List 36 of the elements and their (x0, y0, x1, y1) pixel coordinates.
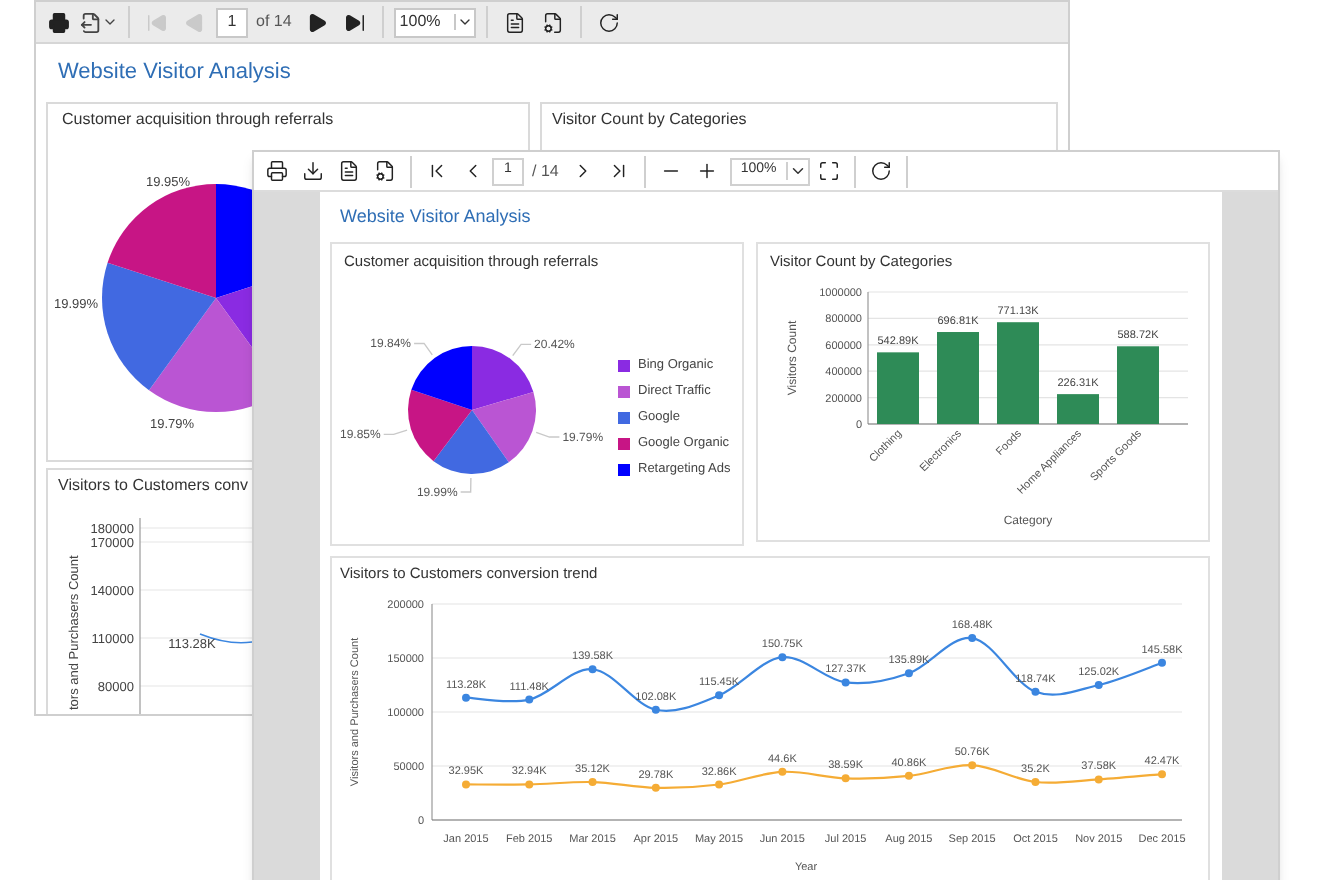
caret-icon (786, 162, 809, 180)
page-layout-icon (541, 11, 564, 33)
report-title: Website Visitor Analysis (56, 58, 293, 88)
page-field[interactable]: 1 (216, 7, 248, 37)
card-title: Visitors to Customers conv (58, 476, 248, 496)
first-page-icon (146, 11, 168, 33)
leader-line (383, 429, 408, 436)
fit-page-icon (818, 160, 841, 182)
page-setup-icon (338, 160, 360, 182)
zoom-field[interactable]: 100% (393, 7, 476, 37)
caret-icon (102, 14, 118, 30)
pie-slice (107, 184, 216, 298)
previous-page-icon (184, 11, 206, 33)
card-title: Visitor Count by Categories (550, 108, 749, 132)
card-title: Customer acquisition through referrals (60, 108, 336, 132)
last-page-icon (343, 11, 366, 33)
export-icon (80, 11, 102, 33)
print-icon (48, 11, 70, 33)
page-setup-icon (503, 11, 526, 33)
export-icon (302, 160, 324, 182)
leader-line (459, 477, 472, 493)
print-icon (266, 160, 288, 182)
next-page-icon (305, 11, 328, 33)
leader-line (535, 431, 561, 438)
pie-slice (102, 262, 216, 391)
leader-line (413, 342, 433, 356)
page-count: / 14 (530, 159, 561, 183)
refresh-icon (870, 160, 893, 182)
caret-icon (453, 14, 474, 30)
zoom-in-icon (696, 160, 719, 182)
first-page-icon (426, 160, 448, 182)
report-title: Website Visitor Analysis (338, 204, 533, 230)
leader-line (512, 343, 532, 357)
page-count: of 14 (254, 10, 294, 34)
document-settings-icon (374, 160, 396, 182)
refresh-icon (597, 11, 620, 33)
